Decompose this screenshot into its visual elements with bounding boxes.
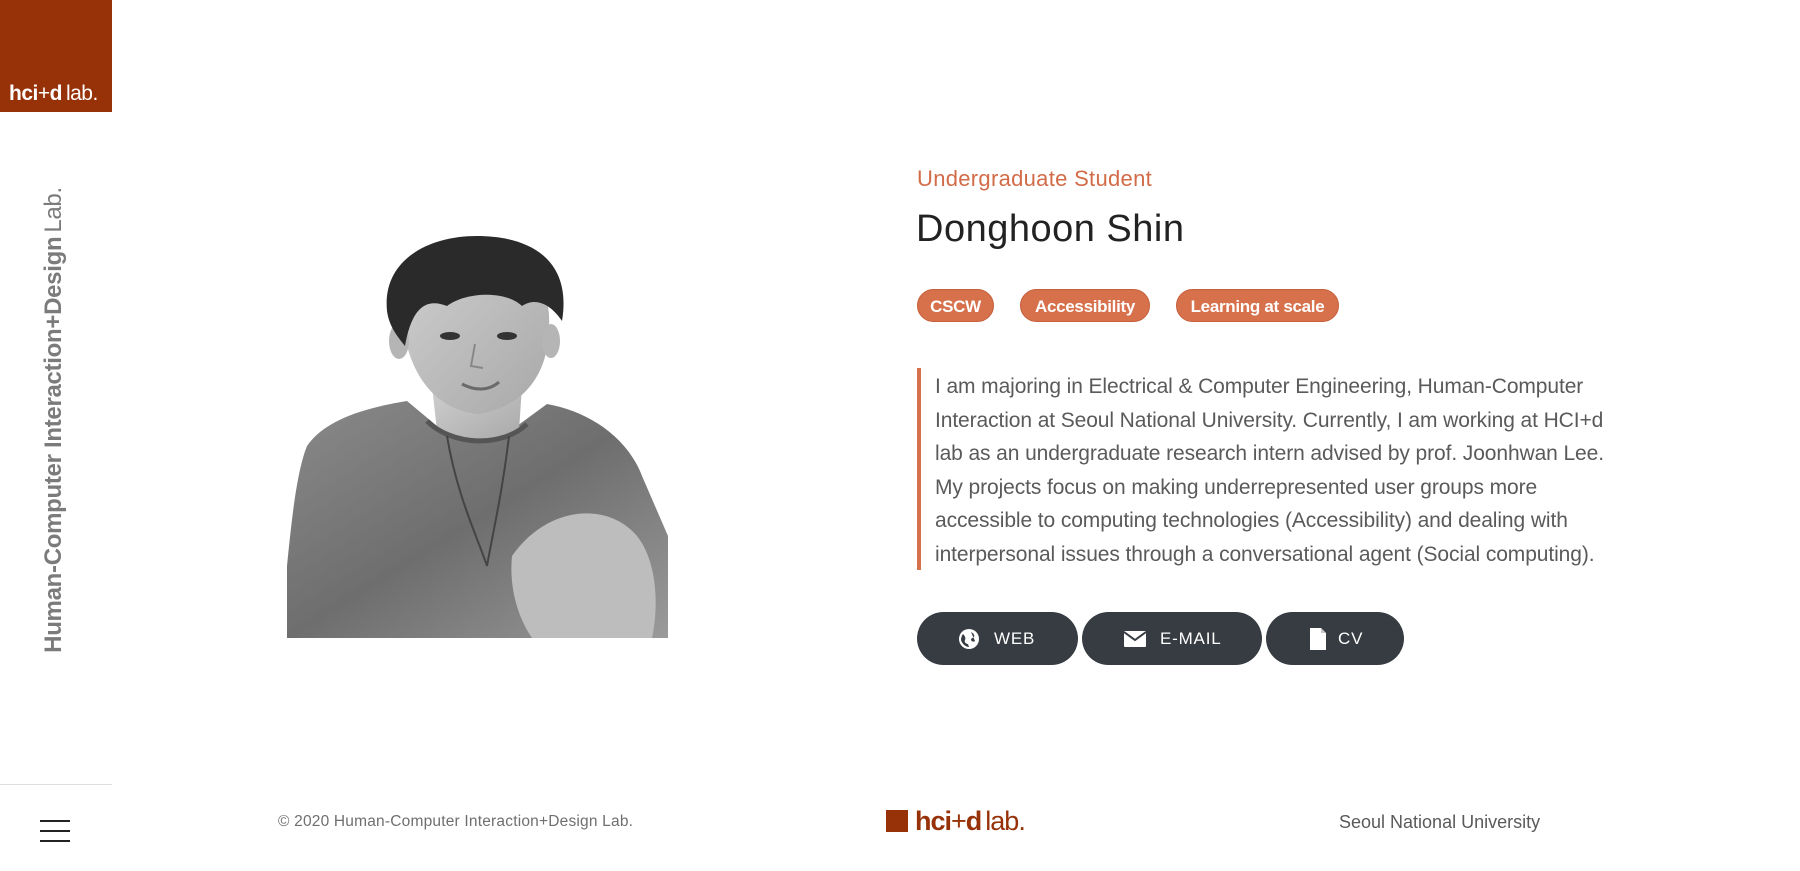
footer-copyright: © 2020 Human-Computer Interaction+Design… xyxy=(278,813,634,830)
tag-learning-at-scale[interactable]: Learning at scale xyxy=(1176,289,1339,322)
lab-vertical-title: Human-Computer Interaction+DesignLab. xyxy=(40,187,67,653)
profile-bio: I am majoring in Electrical & Computer E… xyxy=(917,368,1617,570)
cv-button[interactable]: CV xyxy=(1266,612,1404,665)
document-icon xyxy=(1310,628,1326,650)
hamburger-menu-icon[interactable] xyxy=(40,818,70,844)
globe-icon xyxy=(959,629,979,649)
page: hci+d lab. Human-Computer Interaction+Des… xyxy=(0,0,1800,871)
web-button[interactable]: WEB xyxy=(917,612,1078,665)
web-button-label: WEB xyxy=(994,629,1036,648)
cv-button-label: CV xyxy=(1338,629,1364,648)
sidebar: hci+d lab. Human-Computer Interaction+Des… xyxy=(0,0,112,871)
footer-logo-text: hci+d lab. xyxy=(915,806,1026,836)
email-button-label: E-MAIL xyxy=(1160,629,1222,648)
lab-logo[interactable]: hci+d lab. xyxy=(0,0,112,112)
footer-logo-square xyxy=(886,810,908,832)
profile-name: Donghoon Shin xyxy=(916,208,1185,250)
tag-accessibility[interactable]: Accessibility xyxy=(1020,289,1150,322)
sidebar-divider xyxy=(0,784,112,785)
tag-cscw[interactable]: CSCW xyxy=(917,289,994,322)
envelope-icon xyxy=(1123,631,1147,647)
email-button[interactable]: E-MAIL xyxy=(1082,612,1262,665)
profile-role: Undergraduate Student xyxy=(917,166,1153,191)
profile-photo xyxy=(287,236,668,638)
lab-logo-text: hci+d lab. xyxy=(9,82,98,105)
footer-university: Seoul National University xyxy=(1339,812,1541,832)
